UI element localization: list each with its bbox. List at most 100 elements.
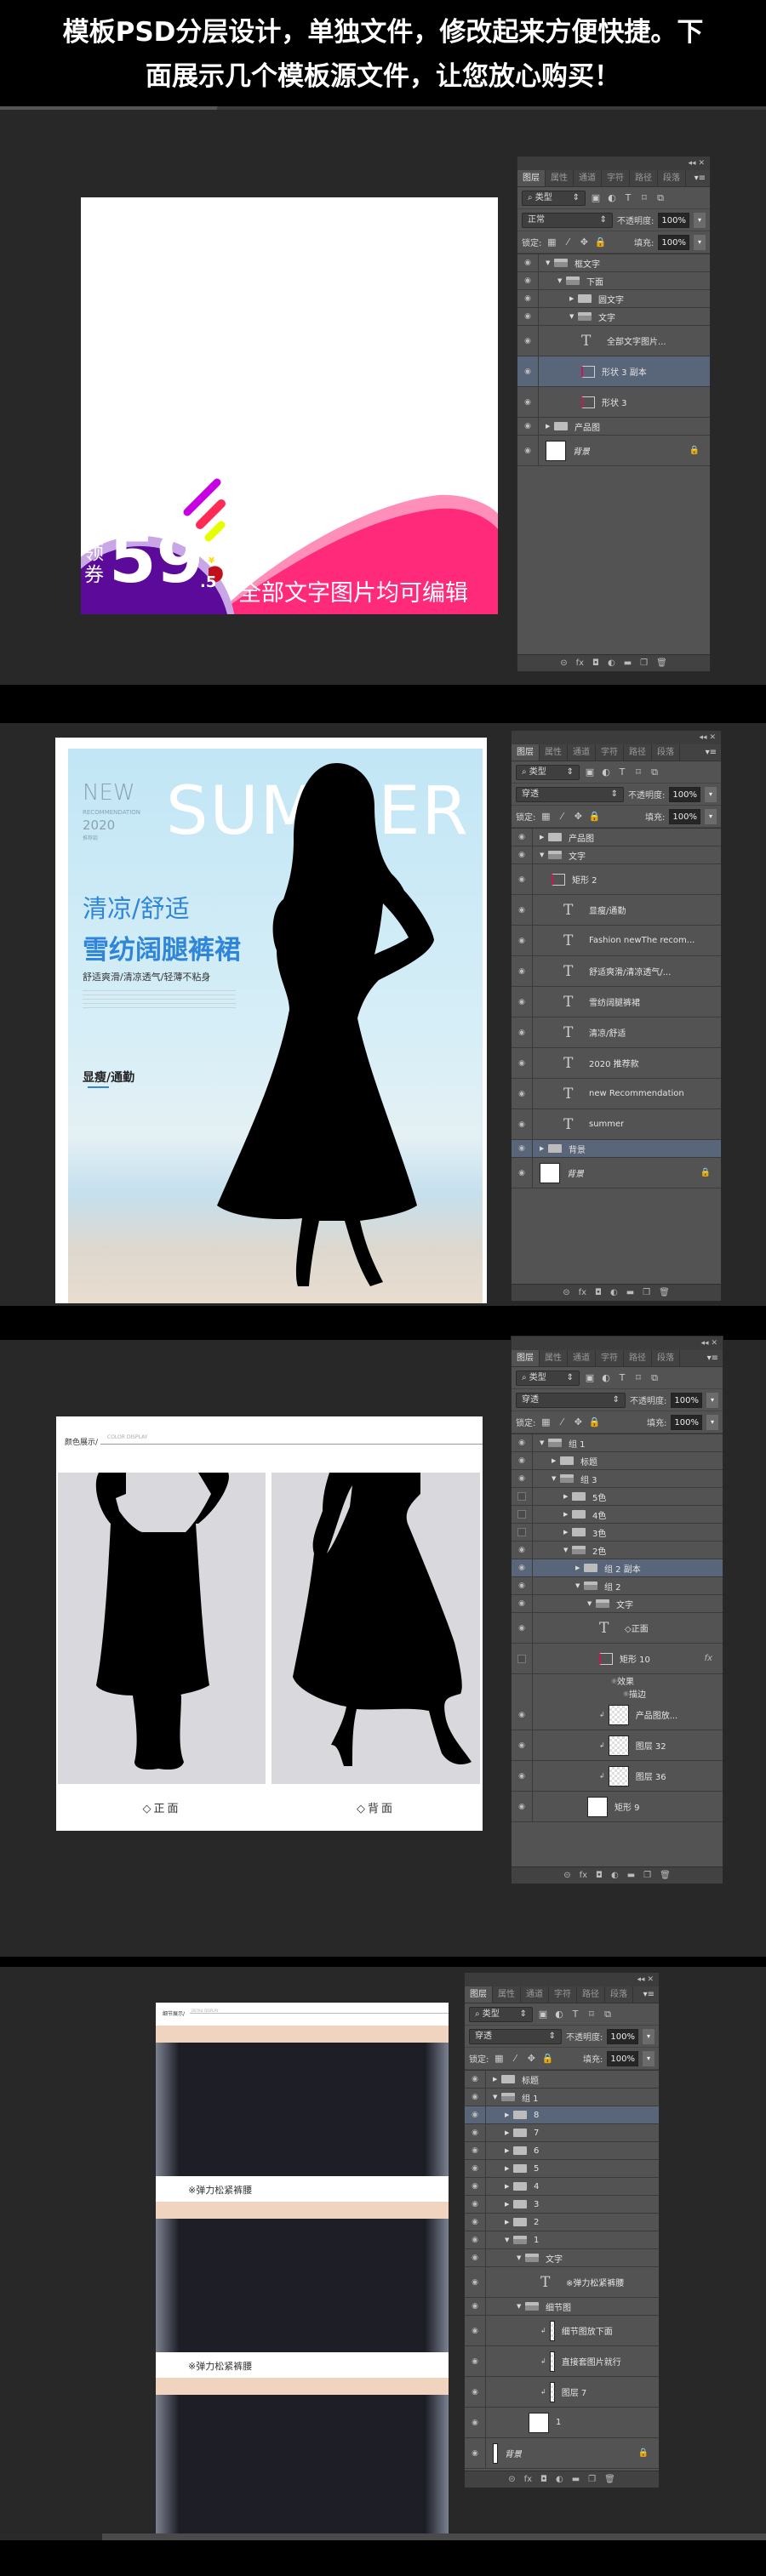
adjustment-icon[interactable]: ◐ xyxy=(608,658,615,668)
eye-icon[interactable]: ◉ xyxy=(512,1761,533,1791)
layer-row[interactable]: ◉ T 舒适爽滑/清凉透气/... xyxy=(512,956,721,987)
new-layer-icon[interactable]: ❐ xyxy=(643,1871,651,1880)
layer-row[interactable]: ◉ 效果 xyxy=(512,1674,723,1687)
layer-row[interactable]: ◉ ↲ 图层 36 xyxy=(512,1761,723,1792)
adjustment-filter-icon[interactable]: ◐ xyxy=(606,192,618,203)
lock-all-icon[interactable]: 🔒 xyxy=(588,811,601,822)
opacity-dropdown[interactable]: ▾ xyxy=(706,1392,718,1408)
close-icon[interactable]: ✕ xyxy=(709,733,716,742)
image-filter-icon[interactable]: ▣ xyxy=(537,2009,549,2020)
layer-row[interactable]: ◉ ▶ 产品图 xyxy=(517,418,710,436)
layer-row[interactable]: ◉ ▼ 文字 xyxy=(512,846,721,864)
tab-3[interactable]: 字符 xyxy=(596,1350,624,1366)
tab-4[interactable]: 路径 xyxy=(624,744,652,761)
eye-icon[interactable]: ◉ xyxy=(465,2106,486,2123)
layer-row[interactable]: ◉ ▶ 5 xyxy=(465,2160,659,2178)
layer-row[interactable]: ◉ ▶ 2 xyxy=(465,2214,659,2231)
fx-icon[interactable]: fx xyxy=(576,658,584,668)
type-filter-icon[interactable]: T xyxy=(569,2009,581,2020)
expand-arrow-icon[interactable]: ▶ xyxy=(505,2112,513,2118)
tab-5[interactable]: 段落 xyxy=(652,1350,680,1366)
eye-icon[interactable]: ◉ xyxy=(465,2377,486,2407)
eye-icon[interactable]: ◉ xyxy=(517,436,539,465)
expand-arrow-icon[interactable]: ▶ xyxy=(563,1493,572,1500)
eye-icon[interactable]: ◉ xyxy=(465,2089,486,2106)
layer-row[interactable]: ◉ ▶ 7 xyxy=(465,2124,659,2142)
link-layers-icon[interactable]: ⊝ xyxy=(563,1288,569,1297)
eye-icon[interactable]: ◉ xyxy=(517,356,539,386)
eye-icon[interactable]: ◉ xyxy=(512,846,533,863)
lock-transparent-icon[interactable]: ▦ xyxy=(540,811,552,822)
eye-icon[interactable]: ◉ xyxy=(465,2298,486,2315)
adjustment-icon[interactable]: ◐ xyxy=(611,1871,619,1880)
layer-row[interactable]: ◉ ▼ 组 2 xyxy=(512,1577,723,1595)
lock-transparent-icon[interactable]: ▦ xyxy=(493,2053,505,2064)
layers-panel-1[interactable]: ◂◂ ✕ 图层 属性 通道 字符 路径 段落 ▾≡ ⌕ 类型 ⇕ ▣ ◐ T ⌑ ⧉ 正常 ⇕ 不透明度: 100%… xyxy=(517,156,711,672)
layer-row[interactable]: ◉ ▼ 组 1 xyxy=(465,2089,659,2106)
image-filter-icon[interactable]: ▣ xyxy=(590,192,602,203)
layer-row[interactable]: ▶ 5色 xyxy=(512,1488,723,1506)
shape-filter-icon[interactable]: ⌑ xyxy=(586,2009,597,2020)
blend-mode-select[interactable]: 穿透 ⇕ xyxy=(469,2028,563,2044)
opacity-input[interactable]: 100% xyxy=(658,212,689,228)
layer-row[interactable]: ◉ T 显瘦/通勤 xyxy=(512,895,721,926)
tab-2[interactable]: 通道 xyxy=(568,1350,596,1366)
eye-icon[interactable]: ◉ xyxy=(512,1559,533,1576)
layer-list[interactable]: ◉ ▼ 框文字 ◉ ▼ 下面 ◉ ▶ 圆文字 ◉ ▼ 文字 ◉ T 全部文字图片... ◉ 形状 3 副本 ◉ 形状… xyxy=(517,254,710,466)
link-layers-icon[interactable]: ⊝ xyxy=(560,658,567,668)
type-filter-icon[interactable]: T xyxy=(622,192,634,203)
mask-icon[interactable]: ◘ xyxy=(540,2475,547,2484)
lock-transparent-icon[interactable]: ▦ xyxy=(540,1416,552,1428)
eye-icon[interactable]: ◉ xyxy=(512,1542,533,1559)
eye-icon[interactable]: ◉ xyxy=(465,2160,486,2177)
new-layer-icon[interactable]: ❐ xyxy=(640,658,648,668)
fx-icon[interactable]: fx xyxy=(705,1654,712,1663)
expand-arrow-icon[interactable]: ▶ xyxy=(552,1457,560,1464)
adjustment-filter-icon[interactable]: ◐ xyxy=(600,767,612,778)
lock-brush-icon[interactable]: ⁄ xyxy=(556,1416,568,1428)
tab-2[interactable]: 通道 xyxy=(521,1986,549,2003)
lock-all-icon[interactable]: 🔒 xyxy=(588,1416,601,1428)
eye-icon[interactable]: ◉ xyxy=(517,272,539,289)
layer-row[interactable]: ◉ ▶ 背景 xyxy=(512,1140,721,1158)
layer-row[interactable]: ◉ ↲ 直接套图片就行 xyxy=(465,2346,659,2377)
filter-kind-select[interactable]: ⌕ 类型 ⇕ xyxy=(469,2006,533,2022)
eye-icon[interactable]: ◉ xyxy=(465,2316,486,2345)
layer-row[interactable]: ◉ 背景 🔒 xyxy=(512,1158,721,1188)
eye-icon[interactable]: ◉ xyxy=(512,1017,533,1047)
close-icon[interactable]: ✕ xyxy=(711,1339,717,1348)
type-filter-icon[interactable]: T xyxy=(616,767,628,778)
tab-3[interactable]: 字符 xyxy=(549,1986,577,2003)
layer-row[interactable]: ◉ T ※弹力松紧裤腰 xyxy=(465,2267,659,2298)
eye-icon[interactable]: ◉ xyxy=(465,2267,486,2297)
fx-icon[interactable]: fx xyxy=(524,2475,532,2484)
layer-row[interactable]: ◉ ▶ 4 xyxy=(465,2178,659,2196)
eye-icon[interactable]: ◉ xyxy=(512,1792,533,1821)
fill-dropdown[interactable]: ▾ xyxy=(706,1414,718,1430)
blend-mode-select[interactable]: 穿透 ⇕ xyxy=(516,1392,626,1408)
expand-arrow-icon[interactable]: ▶ xyxy=(546,423,554,430)
collapse-icon[interactable]: ◂◂ xyxy=(700,733,707,742)
eye-icon[interactable]: ◉ xyxy=(512,1079,533,1108)
eye-icon[interactable]: ◉ xyxy=(512,1577,533,1594)
trash-icon[interactable]: 🗑 xyxy=(604,2475,615,2484)
tab-2[interactable]: 通道 xyxy=(574,170,602,186)
collapse-icon[interactable]: ◂◂ xyxy=(689,159,696,168)
layer-list[interactable]: ◉ ▶ 产品图 ◉ ▼ 文字 ◉ 矩形 2 ◉ T 显瘦/通勤 ◉ T Fashion newThe re… xyxy=(512,828,721,1188)
layer-row[interactable]: ◉ ▶ 标题 xyxy=(512,1452,723,1470)
link-layers-icon[interactable]: ⊝ xyxy=(508,2475,515,2484)
expand-arrow-icon[interactable]: ▶ xyxy=(505,2183,513,2190)
tab-0[interactable]: 图层 xyxy=(512,744,540,761)
layer-row[interactable]: ◉ ↲ 图层 32 xyxy=(512,1730,723,1761)
image-filter-icon[interactable]: ▣ xyxy=(584,767,596,778)
eye-icon[interactable]: ◉ xyxy=(512,926,533,955)
panel-menu-icon[interactable]: ▾≡ xyxy=(707,1350,723,1366)
expand-arrow-icon[interactable]: ▶ xyxy=(493,2076,501,2083)
fill-dropdown[interactable]: ▾ xyxy=(694,234,706,250)
eye-icon[interactable]: ◉ xyxy=(465,2408,486,2437)
blend-mode-select[interactable]: 正常 ⇕ xyxy=(522,212,614,228)
fill-dropdown[interactable]: ▾ xyxy=(643,2050,655,2066)
tab-5[interactable]: 段落 xyxy=(658,170,686,186)
eye-icon[interactable]: ◉ xyxy=(517,418,539,435)
shape-filter-icon[interactable]: ⌑ xyxy=(638,192,650,203)
